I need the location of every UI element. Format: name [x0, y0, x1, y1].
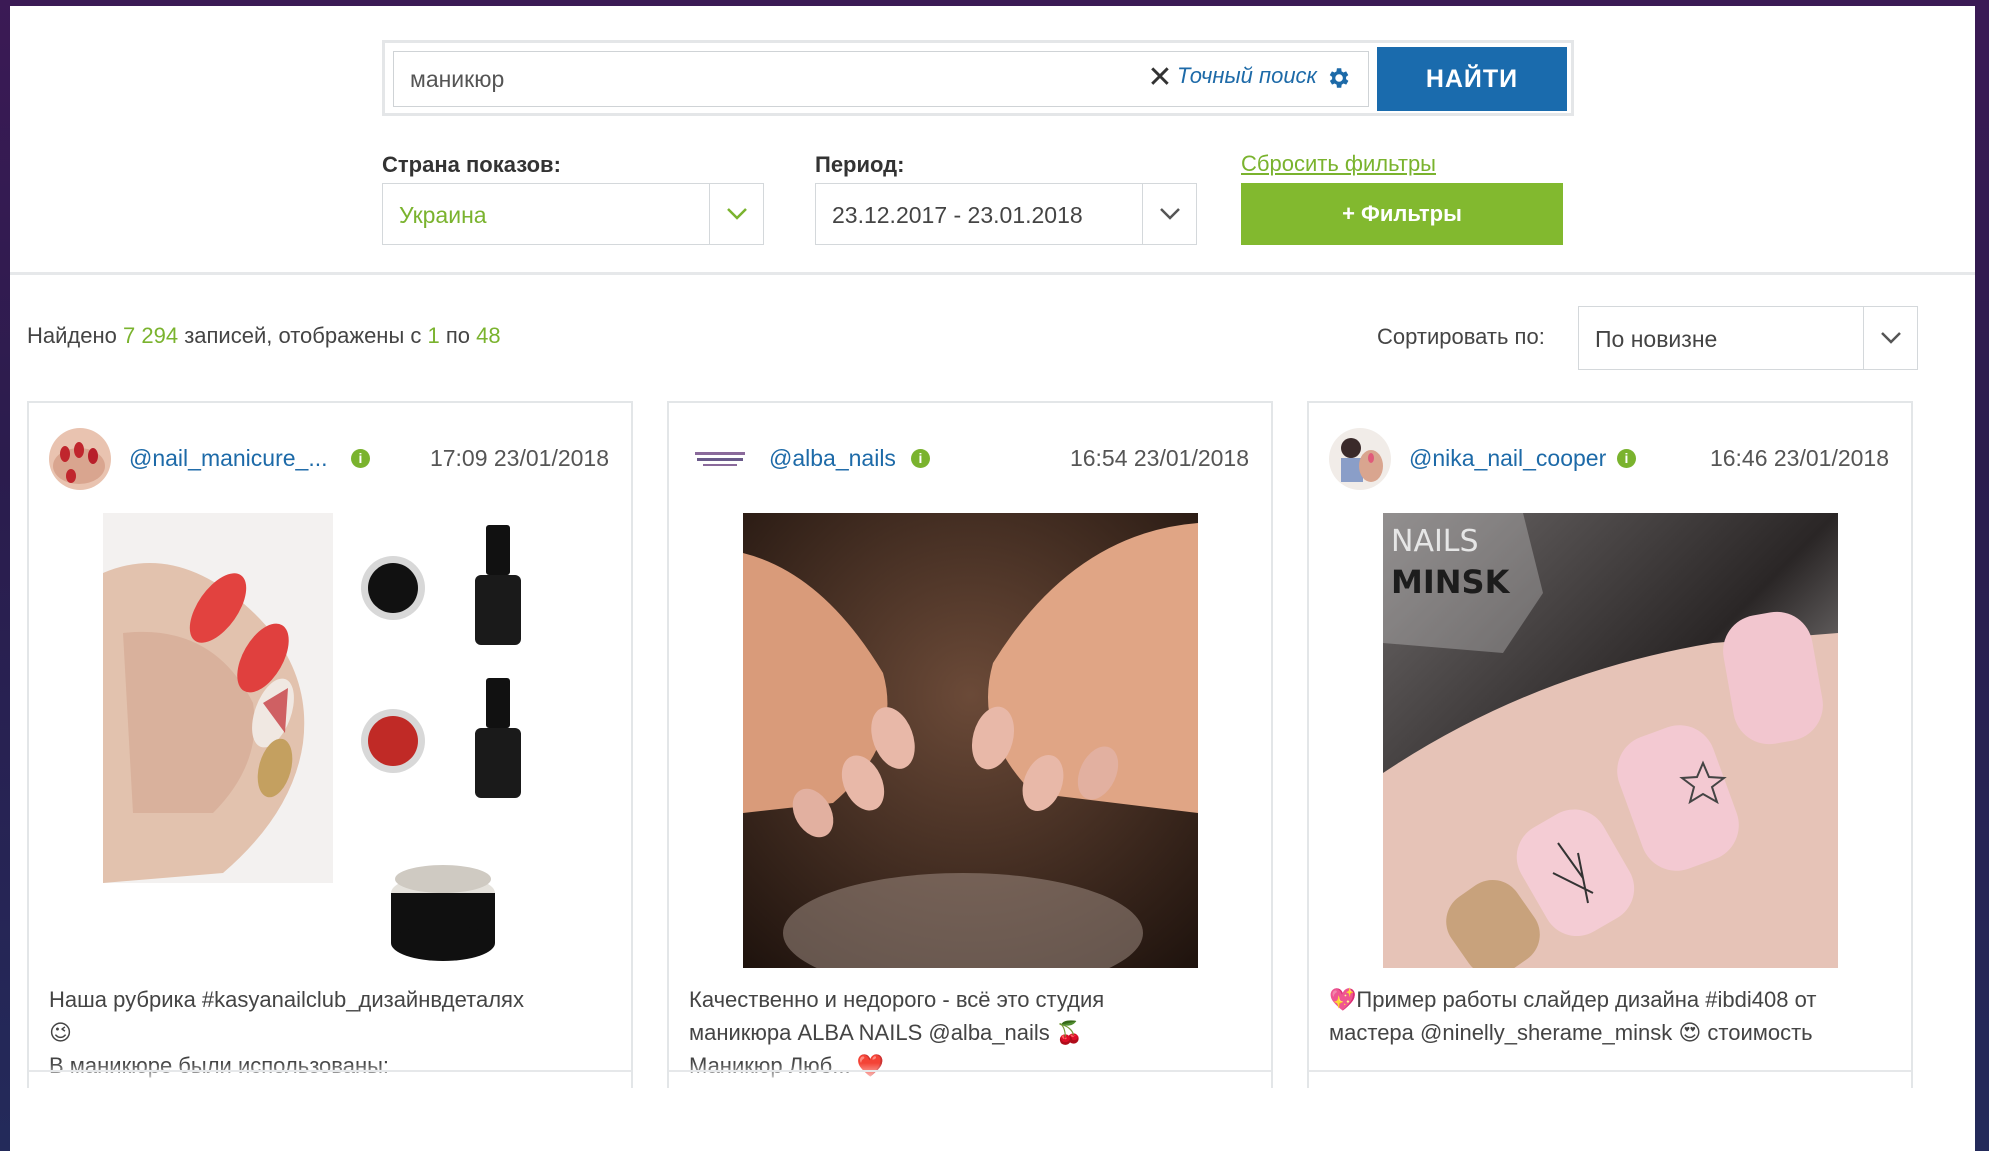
post-card[interactable]: @nika_nail_cooper i 16:46 23/01/2018 NAI… [1307, 401, 1913, 1088]
found-to: 48 [476, 323, 501, 348]
info-icon: i [911, 449, 930, 468]
avatar[interactable] [689, 428, 751, 490]
post-image[interactable] [743, 513, 1198, 968]
post-card[interactable]: @nail_manicure_... i 17:09 23/01/2018 На… [27, 401, 633, 1088]
chevron-down-icon [1863, 307, 1917, 369]
post-card[interactable]: @alba_nails i 16:54 23/01/2018 Качествен… [667, 401, 1273, 1088]
sort-value: По новизне [1595, 326, 1718, 352]
page: ✕ Точный поиск НАЙТИ Страна показов: Укр… [10, 6, 1975, 1088]
post-time: 16:54 23/01/2018 [1069, 445, 1249, 471]
caption-line: 💖Пример работы слайдер дизайна #ibdi408 … [1329, 987, 1817, 1012]
info-icon: i [351, 449, 370, 468]
clear-search-icon[interactable]: ✕ [1145, 63, 1175, 93]
caption-fade [29, 1063, 631, 1088]
results-count: Найдено 7 294 записей, отображены с 1 по… [27, 323, 501, 349]
photo-watermark-bottom: MINSK [1391, 563, 1511, 601]
gear-icon[interactable] [1325, 65, 1351, 91]
period-select[interactable]: 23.12.2017 - 23.01.2018 [815, 183, 1197, 245]
post-image[interactable]: NAILS MINSK [1383, 513, 1838, 968]
found-prefix: Найдено [27, 323, 117, 348]
avatar[interactable] [49, 428, 111, 490]
caption-fade [1309, 1063, 1911, 1088]
post-time: 17:09 23/01/2018 [429, 445, 609, 471]
country-label: Страна показов: [382, 152, 561, 177]
card-divider [1309, 1070, 1911, 1072]
filters-button[interactable]: + Фильтры [1241, 183, 1563, 245]
caption-fade [669, 1063, 1271, 1088]
card-divider [29, 1070, 631, 1072]
country-value: Украина [399, 202, 487, 228]
reset-filters-link[interactable]: Сбросить фильтры [1241, 151, 1436, 177]
info-icon: i [1617, 449, 1636, 468]
bottom-strip [10, 1088, 1975, 1151]
exact-search-link[interactable]: Точный поиск [1177, 63, 1317, 89]
post-image[interactable] [103, 513, 558, 968]
caption-line: 😉 [49, 1020, 72, 1045]
post-handle[interactable]: @nika_nail_cooper [1409, 445, 1606, 472]
post-time: 16:46 23/01/2018 [1709, 445, 1889, 471]
period-label: Период: [815, 152, 905, 177]
records-text: записей, отображены с [184, 323, 422, 348]
sort-select[interactable]: По новизне [1578, 306, 1918, 370]
caption-line: мастера @ninelly_sherame_minsk 😍 стоимос… [1329, 1020, 1813, 1045]
country-select[interactable]: Украина [382, 183, 764, 245]
chevron-down-icon [709, 184, 763, 244]
divider [10, 272, 1975, 275]
caption-line: Наша рубрика #kasyanailclub_дизайнвдетал… [49, 987, 524, 1012]
caption-line: Качественно и недорого - всё это студия [689, 987, 1105, 1012]
sort-label: Сортировать по: [1377, 324, 1545, 349]
period-value: 23.12.2017 - 23.01.2018 [832, 202, 1083, 228]
card-divider [669, 1070, 1271, 1072]
to-text: по [445, 323, 471, 348]
post-caption: 💖Пример работы слайдер дизайна #ibdi408 … [1329, 983, 1899, 1049]
chevron-down-icon [1142, 184, 1196, 244]
found-from: 1 [427, 323, 440, 348]
post-handle[interactable]: @alba_nails [769, 445, 896, 472]
photo-watermark-top: NAILS [1391, 524, 1479, 559]
found-total: 7 294 [123, 323, 179, 348]
avatar[interactable] [1329, 428, 1391, 490]
post-handle[interactable]: @nail_manicure_... [129, 445, 328, 472]
search-bar: ✕ Точный поиск НАЙТИ [382, 40, 1574, 116]
find-button[interactable]: НАЙТИ [1377, 47, 1567, 111]
caption-line: маникюра ALBA NAILS @alba_nails 🍒 [689, 1020, 1084, 1045]
